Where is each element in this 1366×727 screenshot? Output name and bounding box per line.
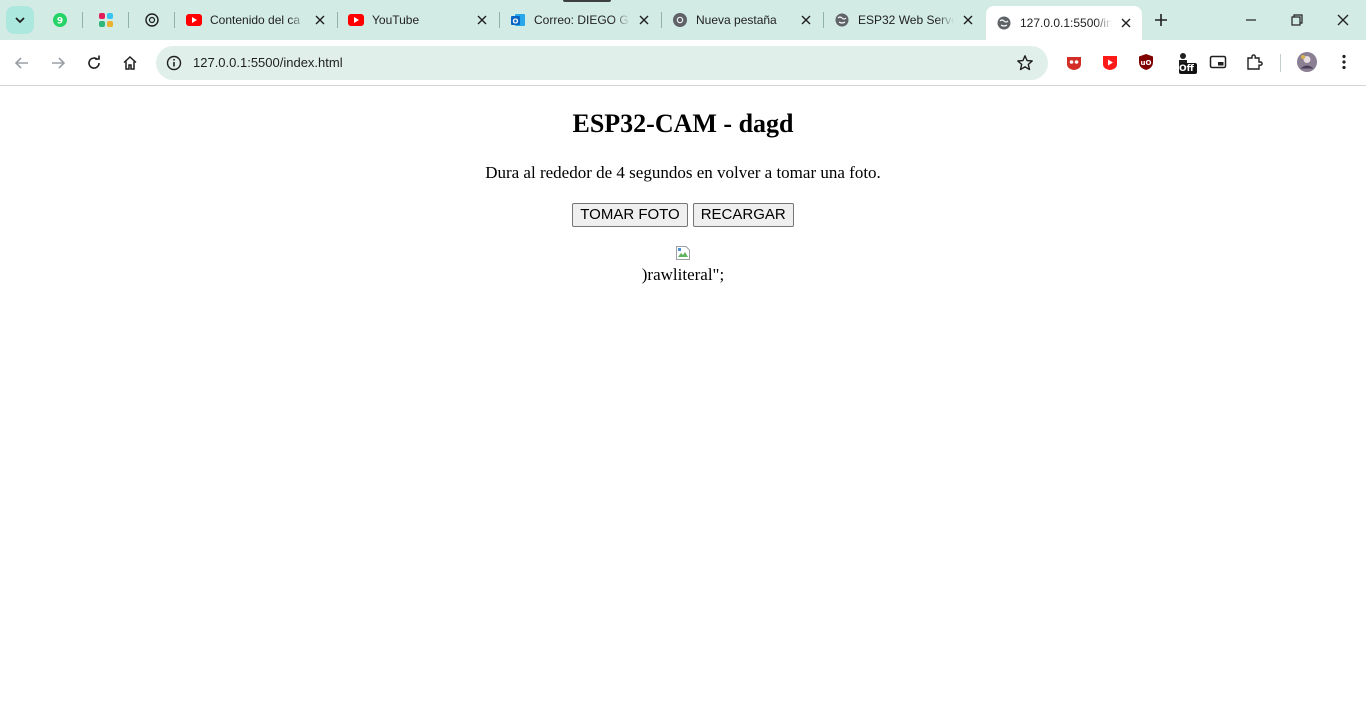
tab-title: Correo: DIEGO G bbox=[534, 13, 629, 27]
openai-icon bbox=[145, 13, 159, 27]
home-button[interactable] bbox=[116, 49, 144, 77]
close-icon bbox=[639, 15, 649, 25]
tab-strip: 9 Contenido del ca YouTube O Correo: DIE… bbox=[0, 0, 1366, 40]
picture-in-picture-icon bbox=[1209, 55, 1227, 69]
youtube-icon bbox=[186, 14, 202, 26]
address-bar[interactable]: 127.0.0.1:5500/index.html bbox=[156, 46, 1048, 80]
minimize-button[interactable] bbox=[1228, 0, 1274, 40]
restore-button[interactable] bbox=[1274, 0, 1320, 40]
video-speed-icon bbox=[1103, 56, 1117, 70]
pinned-tab-slack[interactable] bbox=[94, 8, 118, 32]
ublock-icon: uO bbox=[1139, 54, 1153, 70]
pinned-tab-whatsapp[interactable]: 9 bbox=[48, 8, 72, 32]
tab-title: Contenido del ca bbox=[210, 13, 301, 27]
browser-toolbar: 127.0.0.1:5500/index.html uO Off bbox=[0, 40, 1366, 86]
profile-avatar-button[interactable] bbox=[1296, 51, 1318, 73]
close-tab-button[interactable] bbox=[636, 12, 652, 28]
tab-title: ESP32 Web Serve bbox=[858, 13, 954, 27]
site-info-icon[interactable] bbox=[164, 53, 184, 73]
home-icon bbox=[123, 55, 137, 70]
plus-icon bbox=[1155, 14, 1167, 26]
chrome-icon bbox=[673, 13, 687, 27]
broken-image-icon bbox=[675, 245, 691, 261]
restore-icon bbox=[1291, 14, 1303, 26]
extension-ublock[interactable]: uO bbox=[1136, 52, 1156, 72]
page-content: ESP32-CAM - dagd Dura al rededor de 4 se… bbox=[0, 87, 1366, 727]
close-window-button[interactable] bbox=[1320, 0, 1366, 40]
browser-menu-button[interactable] bbox=[1334, 52, 1354, 72]
slack-icon bbox=[99, 13, 113, 27]
arrow-right-icon bbox=[52, 57, 66, 69]
globe-icon bbox=[997, 16, 1011, 30]
reload-page-button[interactable]: RECARGAR bbox=[692, 203, 794, 227]
extension-lastpass[interactable] bbox=[1064, 52, 1084, 72]
close-tab-button[interactable] bbox=[798, 12, 814, 28]
tab-search-button[interactable] bbox=[6, 6, 34, 34]
svg-text:O: O bbox=[513, 18, 519, 26]
browser-tab[interactable]: YouTube bbox=[338, 0, 498, 40]
tab-indicator bbox=[563, 0, 611, 2]
close-icon bbox=[801, 15, 811, 25]
outlook-icon: O bbox=[511, 14, 525, 26]
close-icon bbox=[315, 15, 325, 25]
chevron-down-icon bbox=[15, 17, 25, 24]
globe-icon bbox=[835, 13, 849, 27]
youtube-icon bbox=[348, 14, 364, 26]
browser-tab[interactable]: ESP32 Web Serve bbox=[824, 0, 984, 40]
arrow-left-icon bbox=[14, 57, 28, 69]
avatar-icon bbox=[1297, 52, 1317, 72]
close-icon bbox=[963, 15, 973, 25]
bookmark-star-icon[interactable] bbox=[1016, 54, 1034, 72]
reload-icon bbox=[88, 55, 100, 69]
page-description: Dura al rededor de 4 segundos en volver … bbox=[485, 163, 881, 182]
close-tab-button[interactable] bbox=[312, 12, 328, 28]
browser-tab[interactable]: Nueva pestaña bbox=[662, 0, 822, 40]
browser-tab-active[interactable]: 127.0.0.1:5500/in bbox=[986, 6, 1142, 40]
tab-title: 127.0.0.1:5500/in bbox=[1020, 16, 1112, 30]
extension-video-speed[interactable] bbox=[1100, 52, 1120, 72]
forward-button[interactable] bbox=[44, 49, 72, 77]
pinned-tab-openai[interactable] bbox=[140, 8, 164, 32]
whatsapp-icon: 9 bbox=[53, 13, 67, 27]
browser-tab[interactable]: Contenido del ca bbox=[176, 0, 336, 40]
close-icon bbox=[1121, 18, 1131, 28]
svg-text:9: 9 bbox=[57, 17, 63, 27]
extensions-menu-button[interactable] bbox=[1244, 52, 1264, 72]
lastpass-icon bbox=[1067, 57, 1081, 70]
svg-text:uO: uO bbox=[1141, 59, 1152, 67]
extensions-puzzle-icon bbox=[1247, 54, 1263, 70]
new-tab-button[interactable] bbox=[1148, 7, 1174, 33]
reload-button[interactable] bbox=[80, 49, 108, 77]
extension-picture-in-picture[interactable] bbox=[1208, 52, 1228, 72]
close-tab-button[interactable] bbox=[960, 12, 976, 28]
minimize-icon bbox=[1246, 19, 1256, 21]
close-icon bbox=[1337, 14, 1349, 26]
extension-dark-reader[interactable]: Off bbox=[1174, 50, 1200, 76]
page-title: ESP32-CAM - dagd bbox=[572, 109, 794, 138]
close-tab-button[interactable] bbox=[474, 12, 490, 28]
extension-badge: Off bbox=[1179, 64, 1194, 74]
close-tab-button[interactable] bbox=[1118, 15, 1134, 31]
browser-tab[interactable]: O Correo: DIEGO G bbox=[500, 0, 660, 40]
tab-title: Nueva pestaña bbox=[696, 13, 777, 27]
more-vertical-icon bbox=[1342, 54, 1346, 70]
button-row: TOMAR FOTO RECARGAR bbox=[0, 203, 1366, 227]
take-photo-button[interactable]: TOMAR FOTO bbox=[572, 203, 688, 227]
tab-title: YouTube bbox=[372, 13, 420, 27]
close-icon bbox=[477, 15, 487, 25]
trailing-text: )rawliteral"; bbox=[641, 265, 725, 284]
back-button[interactable] bbox=[8, 49, 36, 77]
url-text[interactable]: 127.0.0.1:5500/index.html bbox=[193, 55, 343, 70]
